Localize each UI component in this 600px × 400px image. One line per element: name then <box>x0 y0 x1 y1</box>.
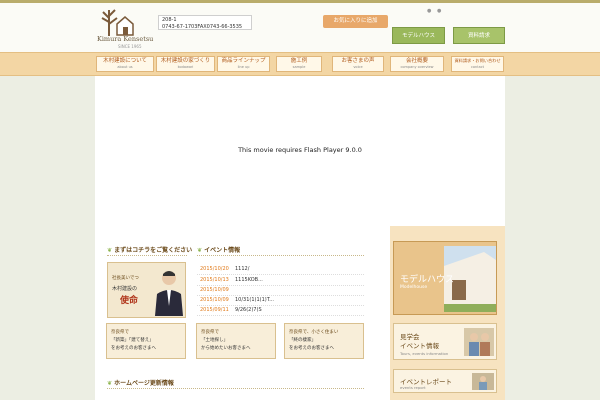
feature-line-2: 木村建設の <box>112 286 138 292</box>
nav-label: 資料請求・お問い合わせ <box>454 58 501 63</box>
section-heading-updates: ❦ ホームページ更新情報 <box>107 378 174 387</box>
nav-item-company[interactable]: 会社概要 company overview <box>390 56 444 72</box>
leaf-icon: ❦ <box>197 247 203 254</box>
event-title: 9/26(2)7(S <box>235 307 262 313</box>
tour-photo <box>464 328 494 356</box>
divider <box>107 388 364 390</box>
event-date: 2015/10/09 <box>200 287 229 293</box>
sidebar-model-title: モデルハウス <box>400 275 455 285</box>
sidebar-model-subtitle: Modelhouse <box>400 285 428 290</box>
banner-new-build[interactable]: 奈良県で 「新築」「建て替え」 をお考えのお客さまへ <box>106 323 186 359</box>
sidebar-tour-subtitle: Tours, events information <box>400 351 449 356</box>
sidebar-model-house-banner[interactable]: モデルハウス Modelhouse <box>393 241 497 315</box>
event-title: 1112/ <box>235 266 250 272</box>
sidebar-report-subtitle: events report <box>400 385 426 390</box>
banner-line-2: 「土地探し」 <box>201 338 228 343</box>
header <box>0 3 600 52</box>
nav-item-lineup[interactable]: 商品ラインナップ line up <box>217 56 270 72</box>
banner-line-1: 奈良県で、小さく住まい <box>289 330 339 335</box>
banner-final-home[interactable]: 奈良県で、小さく住まい 「終の棲家」 をお考えのお客さまへ <box>284 323 364 359</box>
nav-sublabel: line up <box>237 65 250 69</box>
banner-line-1: 奈良県で <box>201 330 219 335</box>
banner-land-search[interactable]: 奈良県で 「土地探し」 から始めたいお客さまへ <box>196 323 276 359</box>
events-list: 2015/10/20 1112/ 2015/10/13 1115KOB... 2… <box>197 261 364 317</box>
list-item[interactable]: 2015/09/11 9/26(2)7(S <box>197 305 364 316</box>
nav-sublabel: kodawari <box>177 65 194 69</box>
president-feature-card[interactable]: 社長美いでつ 木村建設の 使命 <box>107 262 186 318</box>
nav-sublabel: contact <box>470 65 485 69</box>
banner-line-2: 「新築」「建て替え」 <box>111 338 154 343</box>
banner-line-3: をお考えのお客さまへ <box>111 346 156 351</box>
nav-item-about[interactable]: 木村建設について about us <box>96 56 154 72</box>
nav-label: 会社概要 <box>405 58 428 64</box>
feature-line-3: 使命 <box>120 296 139 306</box>
nav-label: 商品ラインナップ <box>221 58 266 64</box>
section-heading-events: ❦ イベント情報 <box>197 245 240 254</box>
address-box: 208-1 0743-67-1703FAX0743-66-3535 <box>158 15 252 30</box>
nav-sublabel: sample <box>292 65 306 69</box>
model-house-button[interactable]: モデルハウス <box>392 27 445 44</box>
sidebar-event-report-banner[interactable]: イベントレポート events report <box>393 369 497 393</box>
dot-icon: ● <box>427 8 432 14</box>
president-photo <box>155 271 183 316</box>
flash-message: This movie requires Flash Player 9.0.0 <box>238 146 362 154</box>
event-date: 2015/10/20 <box>200 266 229 272</box>
list-item[interactable]: 2015/10/20 1112/ <box>197 264 364 275</box>
document-request-button[interactable]: 資料請求 <box>453 27 505 44</box>
feature-line-1: 社長美いでつ <box>112 276 139 281</box>
flash-placeholder: This movie requires Flash Player 9.0.0 <box>95 76 505 226</box>
event-date: 2015/10/09 <box>200 297 229 303</box>
logo-since: SINCE 1965 <box>118 44 142 49</box>
nav-sublabel: company overview <box>400 65 434 69</box>
banner-line-2: 「終の棲家」 <box>289 338 316 343</box>
nav-label: 木村建設について <box>103 58 147 64</box>
add-to-favorites-button[interactable]: お気に入りに追加 <box>323 15 388 28</box>
section-heading-intro: ❦ まずはコチラをご覧ください <box>107 245 192 254</box>
divider <box>107 255 187 257</box>
nav-item-sample[interactable]: 施工例 sample <box>276 56 322 72</box>
leaf-icon: ❦ <box>107 247 113 254</box>
section-heading-updates-text: ホームページ更新情報 <box>114 380 174 387</box>
nav-label: 施工例 <box>290 58 308 64</box>
logo-text: Kimura Kensetsu <box>97 35 154 43</box>
nav-item-voice[interactable]: お客さまの声 voice <box>332 56 384 72</box>
leaf-icon: ❦ <box>107 380 113 387</box>
sidebar-tour-banner[interactable]: 見学会 イベント情報 Tours, events information <box>393 323 497 360</box>
sidebar-tour-title-2: イベント情報 <box>400 342 439 350</box>
section-heading-intro-text: まずはコチラをご覧ください <box>114 247 193 254</box>
event-date: 2015/09/11 <box>200 307 229 313</box>
nav-item-kodawari[interactable]: 木村建設の家づくり kodawari <box>156 56 215 72</box>
nav-sublabel: voice <box>353 65 363 69</box>
address-line-2: 0743-67-1703FAX0743-66-3535 <box>162 23 243 30</box>
nav-label: お客さまの声 <box>341 58 375 64</box>
event-date: 2015/10/13 <box>200 277 229 283</box>
event-title: 1115KOB... <box>235 277 263 283</box>
nav-item-contact[interactable]: 資料請求・お問い合わせ contact <box>451 56 504 72</box>
nav-sublabel: about us <box>117 65 133 69</box>
divider <box>197 255 364 257</box>
banner-line-3: をお考えのお客さまへ <box>289 346 334 351</box>
banner-line-3: から始めたいお客さまへ <box>201 346 251 351</box>
report-photo <box>472 373 494 390</box>
banner-line-1: 奈良県で <box>111 330 129 335</box>
event-title: 10/31(1)1(1)T... <box>235 297 274 303</box>
nav-label: 木村建設の家づくり <box>160 58 211 64</box>
main-nav: 木村建設について about us 木村建設の家づくり kodawari 商品ラ… <box>0 52 600 76</box>
section-heading-events-text: イベント情報 <box>204 247 241 254</box>
dot-icon: ● <box>437 8 442 14</box>
